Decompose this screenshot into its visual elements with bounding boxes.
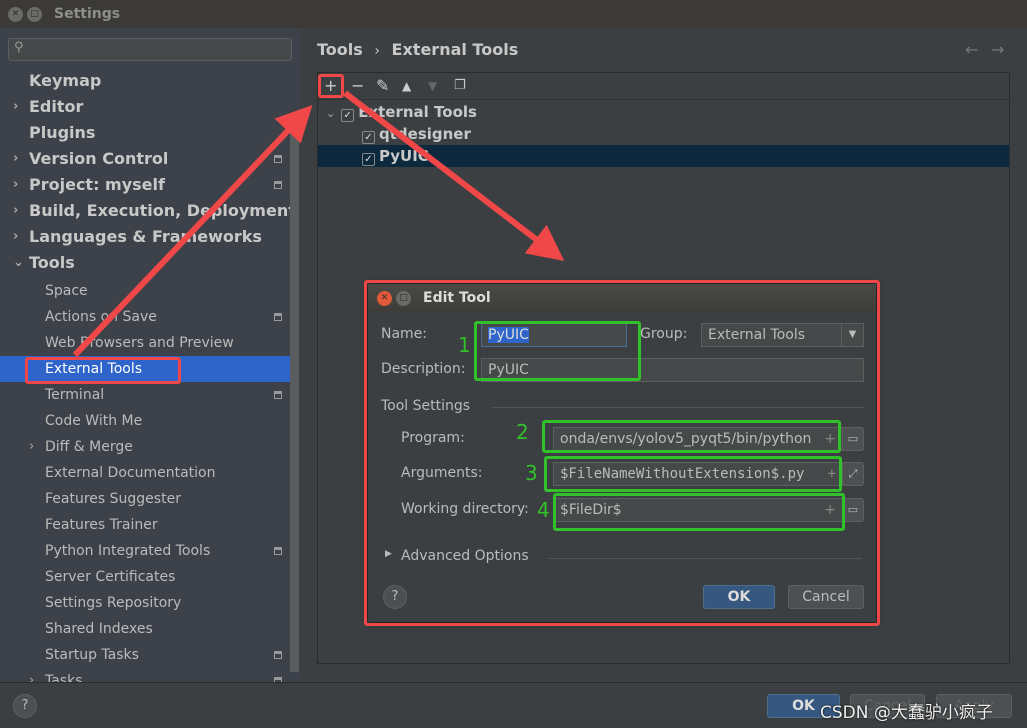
arrow-to-dialog <box>343 90 565 261</box>
watermark: CSDN @大蠢驴小疯子 <box>820 703 993 723</box>
annotation-arrows <box>72 90 565 358</box>
arrow-to-add <box>72 104 313 358</box>
